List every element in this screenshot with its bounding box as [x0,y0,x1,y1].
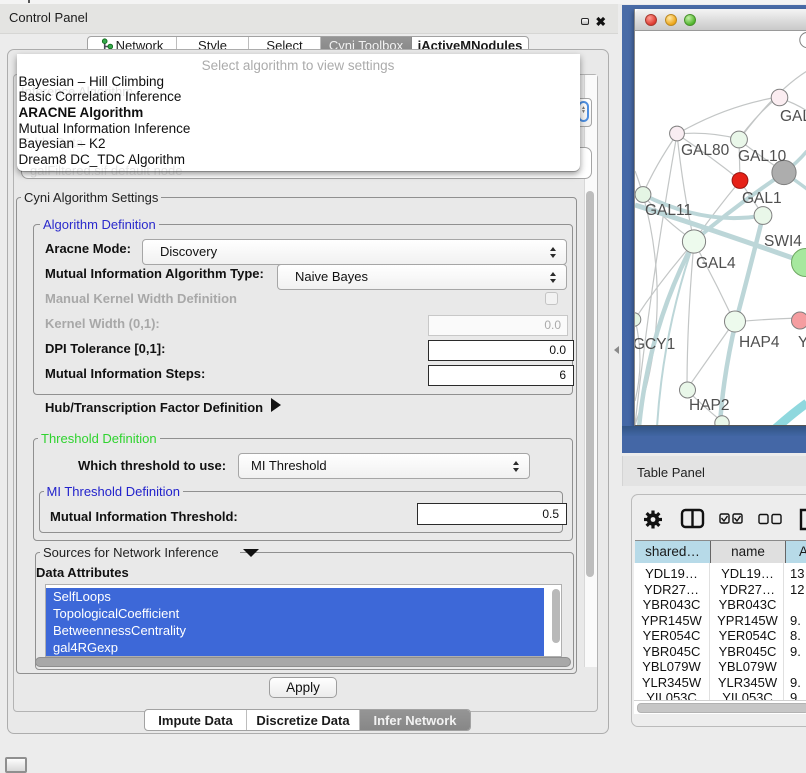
svg-text:GAL80: GAL80 [681,142,730,159]
svg-text:GAL4: GAL4 [696,255,736,272]
svg-text:GAL10: GAL10 [738,148,787,165]
svg-text:YJ: YJ [798,334,806,351]
svg-text:GCY1: GCY1 [635,336,675,353]
svg-text:GAL7: GAL7 [780,108,806,125]
svg-text:GAL1: GAL1 [742,190,782,207]
svg-text:HAP2: HAP2 [689,397,730,414]
svg-text:GAL11: GAL11 [645,202,692,219]
svg-text:HAP4: HAP4 [739,334,780,351]
svg-text:SWI4: SWI4 [764,233,802,250]
